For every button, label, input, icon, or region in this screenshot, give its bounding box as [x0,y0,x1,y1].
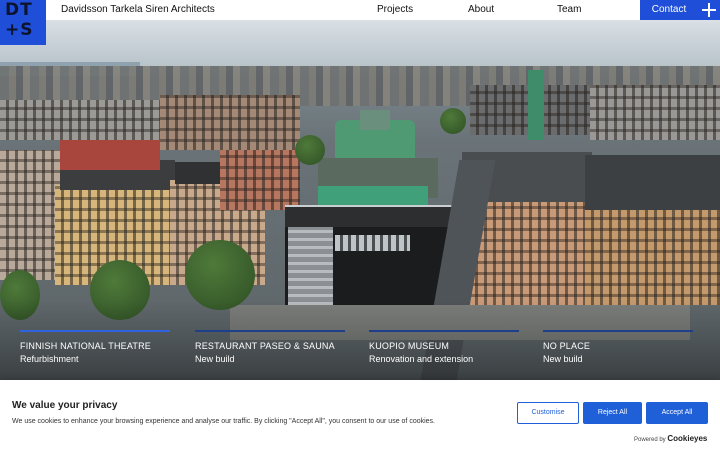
progress-segment[interactable] [369,330,519,332]
project-slide[interactable]: Restaurant Paseo & Sauna New build [195,341,355,365]
nav-about[interactable]: About [468,4,494,15]
powered-by[interactable]: Powered by Cookieyes [634,434,707,443]
cookie-text: We use cookies to enhance your browsing … [12,418,435,425]
building-left-5 [0,100,160,140]
project-slide[interactable]: No Place New build [543,341,703,365]
cookie-title: We value your privacy [12,400,118,411]
customise-button[interactable]: Customise [517,402,579,424]
theatre-tower [360,110,390,130]
reject-all-button[interactable]: Reject All [583,402,642,424]
roof-right-2 [585,155,720,210]
plus-icon-vertical [708,3,710,17]
tree [440,108,466,134]
powered-prefix: Powered by [634,437,666,443]
logo-text-top: DT [5,0,33,20]
station-tower [528,70,544,140]
project-slide[interactable]: Finnish National Theatre Refurbishment [20,341,180,365]
building-right-4 [590,85,720,140]
extension-roof [285,205,460,227]
project-slide[interactable]: Kuopio Museum Renovation and extension [369,341,529,365]
project-title: No Place [543,341,591,351]
logo[interactable]: DT +S [0,0,46,45]
firm-name[interactable]: Davidsson Tarkela Siren Architects [61,4,215,15]
project-subtitle: Refurbishment [20,354,79,364]
project-subtitle: New build [543,354,583,364]
cookieyes-logo: Cookieyes [667,434,708,443]
nav-team[interactable]: Team [557,4,581,15]
project-title: Finnish National Theatre [20,341,151,351]
progress-segment[interactable] [543,330,693,332]
project-title: Kuopio Museum [369,341,450,351]
progress-segment[interactable] [20,330,170,332]
building-left-4 [220,150,300,210]
hero-gradient [0,300,720,380]
tree [295,135,325,165]
progress-segment[interactable] [195,330,345,332]
hero-image [0,0,720,380]
project-subtitle: Renovation and extension [369,354,474,364]
extension-facade [288,225,333,305]
nav-projects[interactable]: Projects [377,4,413,15]
extension-windows [335,235,410,251]
contact-button[interactable]: Contact [640,0,698,20]
sky [0,20,720,66]
menu-button[interactable] [698,0,720,20]
cookie-banner: We value your privacy We use cookies to … [0,380,720,450]
building-left-1 [0,150,60,280]
building-left-6 [160,95,300,150]
project-title: Restaurant Paseo & Sauna [195,341,335,351]
building-right-2 [585,200,720,305]
logo-text-bottom: +S [5,20,34,40]
accept-all-button[interactable]: Accept All [646,402,708,424]
project-subtitle: New build [195,354,235,364]
slider-progress [20,330,700,332]
